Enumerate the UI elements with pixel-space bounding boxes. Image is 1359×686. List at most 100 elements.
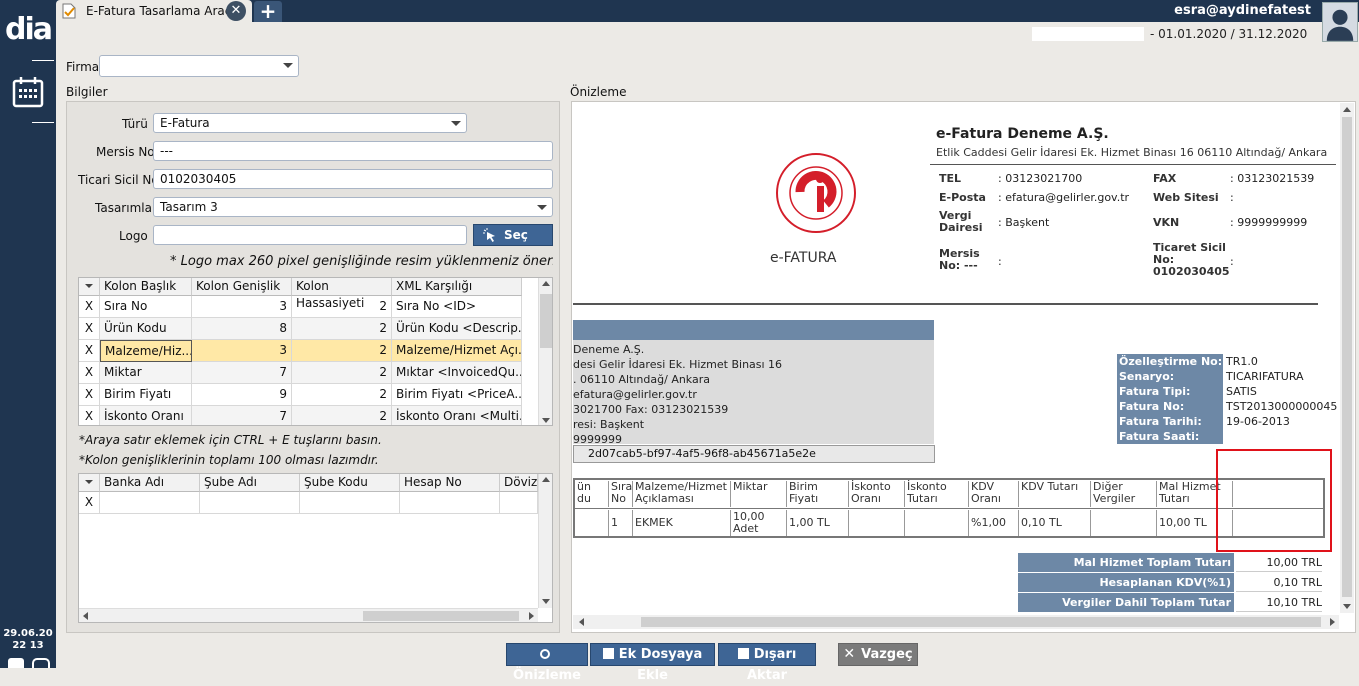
scroll-thumb[interactable]: [1342, 117, 1352, 597]
col-header-banka-adi[interactable]: Banka Adı: [100, 474, 200, 492]
kolon-baslik-cell[interactable]: Sıra No: [100, 296, 192, 318]
scroll-thumb[interactable]: [363, 611, 519, 621]
delete-row-x[interactable]: X: [79, 492, 100, 514]
buyer-header: [573, 320, 934, 340]
banka-cell[interactable]: [100, 492, 200, 514]
grid-menu-cell[interactable]: [79, 278, 100, 296]
user-email[interactable]: esra@aydinefatest: [1174, 3, 1311, 18]
col-header-hesap-no[interactable]: Hesap No: [400, 474, 500, 492]
xml-karsiligi-cell[interactable]: İskonto Oranı <Multi...: [392, 406, 522, 425]
scroll-right-icon[interactable]: [1330, 618, 1335, 626]
col-header-kolon-baslik[interactable]: Kolon Başlık: [100, 278, 192, 296]
tasarim-select[interactable]: Tasarım 3: [153, 197, 553, 217]
kolon-hassasiyet-cell[interactable]: 2: [292, 362, 392, 384]
kolon-hassasiyet-cell[interactable]: 2: [292, 340, 392, 362]
xml-karsiligi-cell[interactable]: Sıra No <ID>: [392, 296, 522, 318]
rail-divider: [32, 60, 54, 61]
kolon-genislik-cell[interactable]: 8: [192, 318, 292, 340]
kolon-baslik-cell[interactable]: Miktar: [100, 362, 192, 384]
scroll-thumb[interactable]: [540, 294, 552, 348]
xml-karsiligi-cell[interactable]: Malzeme/Hizmet Açı...: [392, 340, 522, 362]
tab-close-icon[interactable]: ✕: [226, 1, 246, 21]
turu-select[interactable]: E-Fatura: [153, 113, 467, 133]
delete-row-x[interactable]: X: [79, 406, 100, 425]
col-header-sube-kodu[interactable]: Şube Kodu: [300, 474, 400, 492]
sube-kodu-cell[interactable]: [300, 492, 400, 514]
logo-input[interactable]: [153, 225, 467, 245]
delete-row-x[interactable]: X: [79, 296, 100, 318]
scroll-up-icon[interactable]: [1343, 107, 1351, 112]
kolon-hassasiyet-cell[interactable]: 2: [292, 406, 392, 425]
col-header-xml[interactable]: XML Karşılığı: [392, 278, 522, 296]
dia-logo[interactable]: dia: [4, 10, 53, 56]
scroll-left-icon[interactable]: [83, 612, 88, 620]
xml-karsiligi-cell[interactable]: Birim Fiyatı <PriceA...: [392, 384, 522, 406]
col-header-kolon-hassasiyeti[interactable]: Kolon Hassasiyeti: [292, 278, 392, 310]
xml-karsiligi-cell[interactable]: Mıktar <InvoicedQu...: [392, 362, 522, 384]
xml-karsiligi-cell[interactable]: Ürün Kodu <Descrip...: [392, 318, 522, 340]
kolon-baslik-cell[interactable]: Birim Fiyatı: [100, 384, 192, 406]
doviz-cell[interactable]: [500, 492, 538, 514]
youtube-icon[interactable]: [8, 658, 24, 668]
kolon-scrollbar[interactable]: [538, 278, 552, 425]
col-header-kolon-genislik[interactable]: Kolon Genişlik: [192, 278, 292, 296]
meta-key: Fatura Tarihi:: [1117, 414, 1223, 429]
gib-seal-logo: [776, 153, 856, 233]
kolon-baslik-cell[interactable]: Ürün Kodu: [100, 318, 192, 340]
firma-select[interactable]: [99, 55, 299, 77]
invoice-cell: [851, 510, 905, 536]
total-label: Mal Hizmet Toplam Tutarı: [1018, 553, 1234, 572]
invoice-col-header: KDV Oranı: [971, 481, 1019, 507]
sec-button[interactable]: Seç: [473, 224, 553, 246]
user-avatar-icon[interactable]: [1322, 2, 1358, 42]
scroll-up-icon[interactable]: [542, 281, 550, 286]
ticari-sicil-input[interactable]: 0102030405: [153, 169, 553, 189]
scroll-down-icon[interactable]: [542, 418, 550, 423]
scroll-down-icon[interactable]: [542, 599, 550, 604]
kolon-grid: Kolon Başlık Kolon Genişlik Kolon Hassas…: [78, 277, 553, 426]
section-onizleme: Önizleme: [570, 85, 627, 99]
grid-menu-cell[interactable]: [79, 474, 100, 492]
kolon-genislik-cell[interactable]: 9: [192, 384, 292, 406]
delete-row-x[interactable]: X: [79, 362, 100, 384]
preview-hscrollbar[interactable]: [573, 615, 1339, 629]
kolon-hassasiyet-cell[interactable]: 2: [292, 296, 392, 318]
calendar-icon[interactable]: [12, 76, 44, 108]
hesap-cell[interactable]: [400, 492, 500, 514]
rail-divider: [32, 122, 54, 123]
eposta-value: : efatura@gelirler.gov.tr: [998, 191, 1130, 204]
ek-dosya-button[interactable]: Ek Dosyaya Ekle: [590, 643, 715, 683]
kolon-baslik-cell[interactable]: Malzeme/Hiz...: [100, 340, 192, 362]
delete-row-x[interactable]: X: [79, 384, 100, 406]
vazgec-button[interactable]: ✕ Vazgeç: [838, 643, 918, 666]
new-tab-button[interactable]: +: [254, 1, 282, 22]
scroll-thumb[interactable]: [641, 617, 1321, 627]
kolon-genislik-cell[interactable]: 7: [192, 362, 292, 384]
kolon-baslik-cell[interactable]: İskonto Oranı: [100, 406, 192, 425]
kolon-hassasiyet-cell[interactable]: 2: [292, 318, 392, 340]
onizleme-button[interactable]: Önizleme: [506, 643, 588, 683]
turu-label: Türü: [122, 117, 148, 131]
disari-aktar-label: Dışarı Aktar: [746, 647, 797, 683]
instagram-icon[interactable]: [32, 658, 50, 668]
disari-aktar-button[interactable]: Dışarı Aktar: [718, 643, 816, 683]
meta-value: SATIS: [1226, 385, 1257, 398]
buyer-lines: Deneme A.Ş. desi Gelir İdaresi Ek. Hizmet…: [573, 342, 782, 447]
kolon-genislik-cell[interactable]: 3: [192, 340, 292, 362]
kolon-hassasiyet-cell[interactable]: 2: [292, 384, 392, 406]
banka-hscrollbar[interactable]: [79, 608, 538, 622]
kolon-genislik-cell[interactable]: 3: [192, 296, 292, 318]
scroll-down-icon[interactable]: [1343, 604, 1351, 609]
scroll-left-icon[interactable]: [579, 618, 584, 626]
col-header-sube-adi[interactable]: Şube Adı: [200, 474, 300, 492]
scroll-up-icon[interactable]: [542, 477, 550, 482]
col-header-doviz[interactable]: Döviz: [500, 474, 538, 492]
banka-vscrollbar[interactable]: [538, 474, 552, 608]
sube-cell[interactable]: [200, 492, 300, 514]
mersis-input[interactable]: ---: [153, 141, 553, 161]
scroll-right-icon[interactable]: [529, 612, 534, 620]
preview-vscrollbar[interactable]: [1340, 103, 1354, 613]
delete-row-x[interactable]: X: [79, 318, 100, 340]
delete-row-x[interactable]: X: [79, 340, 100, 362]
kolon-genislik-cell[interactable]: 7: [192, 406, 292, 425]
